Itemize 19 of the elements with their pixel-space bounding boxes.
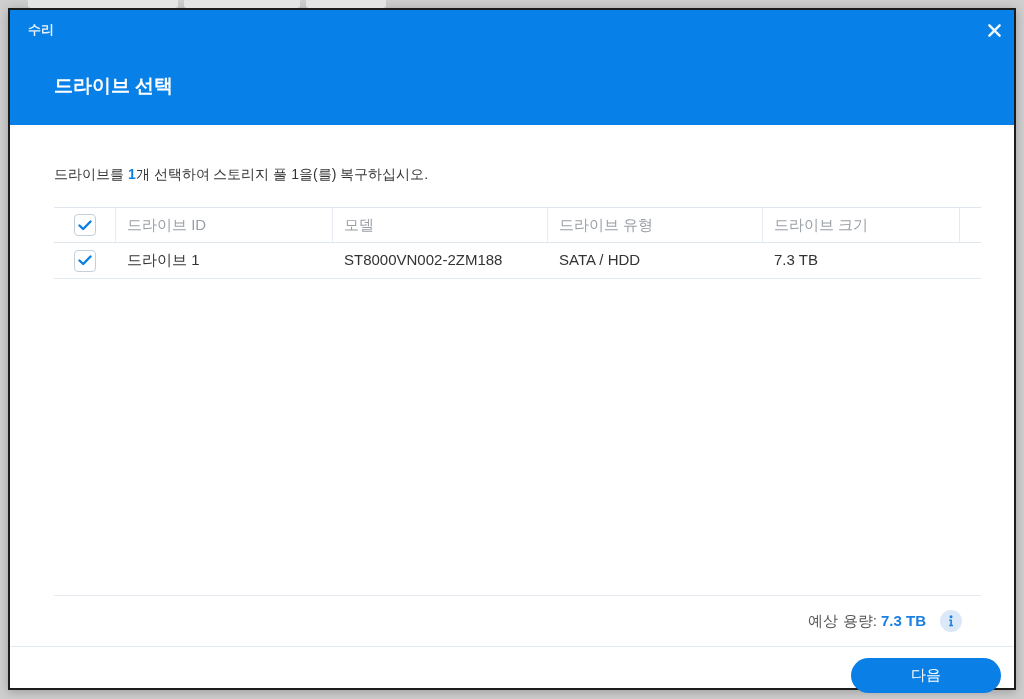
table-cell-text: ST8000VN002-2ZM188 xyxy=(344,250,503,271)
checkmark-icon xyxy=(78,255,92,266)
column-header[interactable]: 모델 xyxy=(344,213,374,237)
checkbox[interactable] xyxy=(73,214,96,236)
table-cell-text: 드라이브 1 xyxy=(127,250,200,271)
checkbox[interactable] xyxy=(74,249,96,272)
instruction-text: 드라이브를 1개 선택하여 스토리지 풀 1을(를) 복구하십시오. xyxy=(54,165,429,184)
column-header[interactable]: 드라이브 유형 xyxy=(559,213,654,237)
next-button[interactable]: 다음 xyxy=(851,658,1001,693)
checkmark-icon xyxy=(77,219,92,231)
table-cell-text: SATA / HDD xyxy=(559,250,641,271)
dialog-title: 수리 xyxy=(28,21,54,39)
column-header[interactable]: 드라이브 ID xyxy=(127,213,207,237)
capacity-summary: 예상 용량: 7.3 TB xyxy=(808,610,926,631)
close-icon xyxy=(987,23,1001,37)
column-header[interactable]: 드라이브 크기 xyxy=(774,213,869,237)
table-cell-text: 7.3 TB xyxy=(774,250,818,271)
dialog-heading: 드라이브 선택 xyxy=(54,75,174,96)
info-icon[interactable] xyxy=(940,610,962,632)
